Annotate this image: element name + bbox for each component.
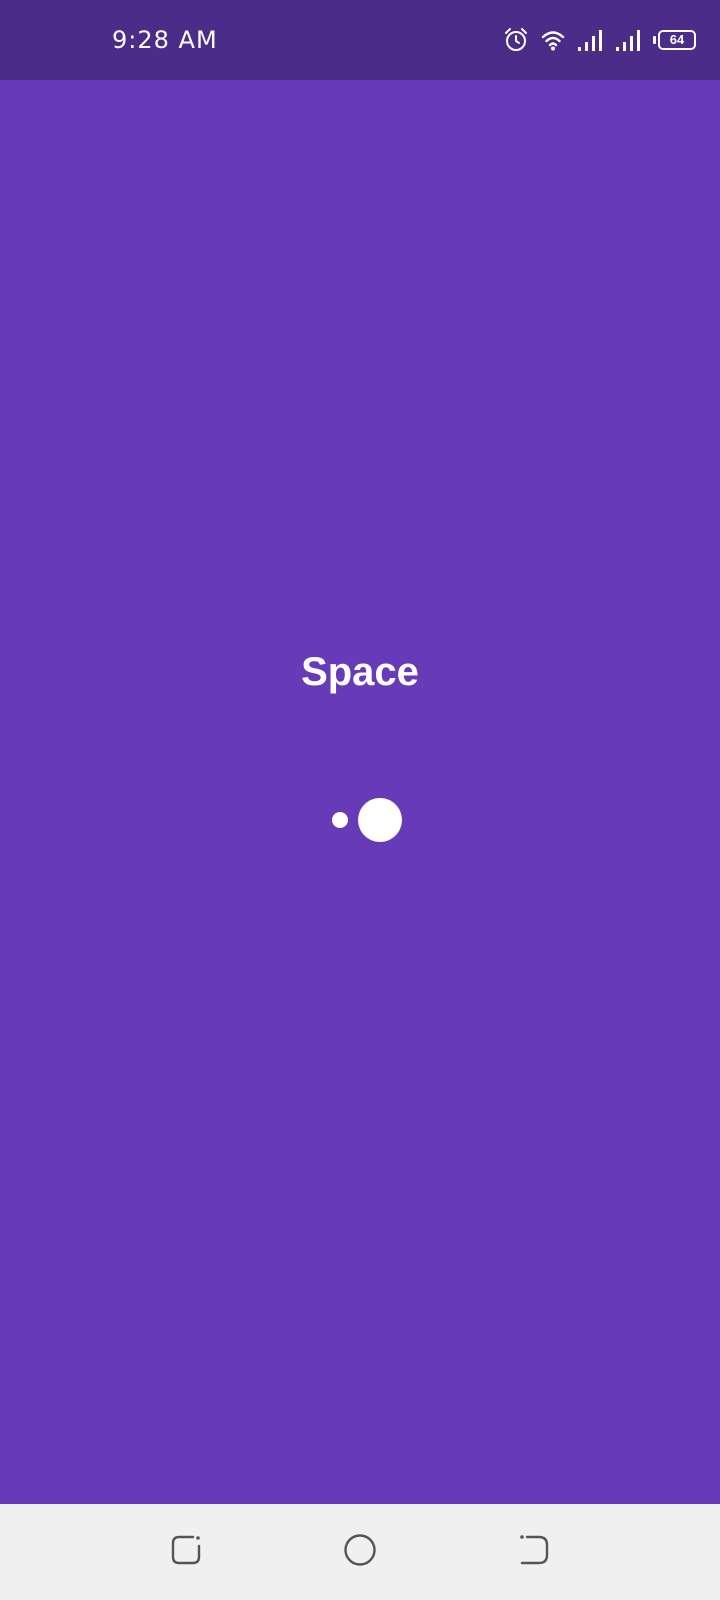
wifi-icon <box>541 29 565 51</box>
status-time: 9:28 AM <box>112 26 218 54</box>
status-icons: 64 <box>503 26 696 54</box>
recent-apps-button[interactable] <box>168 1534 204 1570</box>
battery-icon: 64 <box>653 30 696 50</box>
signal-icon <box>577 29 603 51</box>
recent-apps-icon <box>169 1533 203 1572</box>
home-icon <box>343 1533 377 1572</box>
back-icon <box>517 1533 551 1572</box>
navigation-bar <box>0 1504 720 1600</box>
app-title: Space <box>301 650 419 694</box>
back-button[interactable] <box>516 1534 552 1570</box>
alarm-icon <box>503 27 529 53</box>
battery-nub <box>653 36 656 44</box>
splash-screen: 9:28 AM 64 Space <box>0 0 720 1600</box>
home-button[interactable] <box>342 1533 378 1572</box>
loading-dot-large <box>358 798 402 842</box>
signal-icon <box>615 29 641 51</box>
status-bar: 9:28 AM 64 <box>0 0 720 80</box>
loading-dot-small <box>332 812 348 828</box>
battery-level: 64 <box>658 30 696 50</box>
